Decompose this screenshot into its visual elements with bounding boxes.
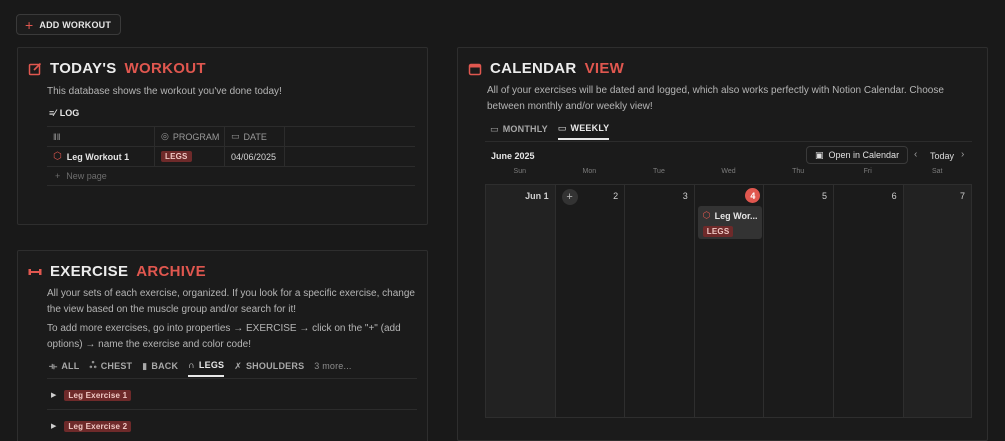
add-workout-button[interactable]: + ADD WORKOUT <box>16 14 122 35</box>
triangle-right-icon[interactable]: ▶ <box>51 391 56 399</box>
program-column-header[interactable]: ◎ PROGRAM <box>155 127 225 146</box>
target-icon: ◎ <box>161 131 169 141</box>
event-title: Leg Wor... <box>714 210 758 221</box>
weekday-label: Thu <box>792 168 805 175</box>
triangle-right-icon[interactable]: ▶ <box>51 422 56 430</box>
todays-workout-description: This database shows the workout you've d… <box>47 86 282 97</box>
day-number: Jun 1 <box>525 191 549 201</box>
weekday-label: Tue <box>653 168 665 175</box>
tab-back[interactable]: ▮ BACK <box>142 355 178 377</box>
today-day-number: 4 <box>745 188 761 203</box>
calendar-view-panel: CALENDAR VIEW All of your exercises will … <box>457 47 988 441</box>
day-cell-mon[interactable]: + 2 <box>556 185 626 417</box>
hexagon-icon: ⬡ <box>702 210 711 220</box>
weekday-label: Fri <box>863 168 872 175</box>
day-number: 3 <box>682 191 688 201</box>
weekday-label: Sat <box>932 168 943 175</box>
tab-chest[interactable]: ஃ CHEST <box>89 355 132 377</box>
todays-workout-panel: TODAY'S WORKOUT This database shows the w… <box>17 47 428 225</box>
calendar-icon: ▭ <box>490 123 499 134</box>
weekday-label: Mon <box>582 168 597 175</box>
add-event-button[interactable]: + <box>561 189 578 205</box>
chevron-right-icon[interactable]: › <box>961 149 964 160</box>
title-column-header[interactable]: ‖‖ <box>47 127 155 146</box>
exercise-archive-panel: EXERCISE ARCHIVE All your sets of each ex… <box>17 250 428 441</box>
day-number: 6 <box>891 191 897 201</box>
chevron-left-icon[interactable]: ‹ <box>914 149 917 160</box>
day-cell-wed[interactable]: 4 ⬡ Leg Wor... LEGS <box>695 185 765 417</box>
exercise-tag: Leg Exercise 1 <box>64 389 132 401</box>
weekday-label: Wed <box>721 168 736 175</box>
archive-description-2: To add more exercises, go into propertie… <box>47 323 401 350</box>
calendar-tabs: ▭ MONTHLY ▭ WEEKLY <box>490 118 610 140</box>
tab-weekly[interactable]: ▭ WEEKLY <box>557 118 610 140</box>
program-tag: LEGS <box>161 151 192 162</box>
tab-legs[interactable]: ∩ LEGS <box>188 355 225 377</box>
calendar-description: All of your exercises will be dated and … <box>487 85 944 112</box>
day-number: 7 <box>959 191 965 201</box>
event-card[interactable]: ⬡ Leg Wor... LEGS <box>697 206 762 239</box>
more-views-button[interactable]: 3 more... <box>314 355 351 377</box>
date-column-header[interactable]: ▭ DATE <box>225 127 285 146</box>
event-tag: LEGS <box>702 226 734 237</box>
calendar-icon <box>468 63 482 75</box>
day-cell-sun[interactable]: Jun 1 <box>486 185 556 417</box>
columns-icon: ‖‖ <box>53 131 61 142</box>
row-program-cell[interactable]: LEGS <box>155 147 225 166</box>
running-icon: ✗ <box>234 360 242 371</box>
dumbbell-icon: ⟛ <box>49 360 58 371</box>
calendar-icon: ▣ <box>815 149 824 160</box>
edit-icon <box>28 62 42 75</box>
week-grid: Jun 1 + 2 3 4 ⬡ Leg Wor... LEGS 5 6 7 <box>485 184 972 418</box>
day-cell-fri[interactable]: 6 <box>834 185 904 417</box>
plus-icon: + <box>25 16 34 33</box>
dumbbell-icon <box>28 268 42 275</box>
day-cell-tue[interactable]: 3 <box>625 185 695 417</box>
new-page-button[interactable]: + New page <box>47 166 415 186</box>
today-button[interactable]: Today <box>930 151 954 161</box>
exercise-archive-title: EXERCISE ARCHIVE <box>28 263 206 280</box>
row-title-cell[interactable]: ⬡ Leg Workout 1 <box>47 147 155 166</box>
tab-monthly[interactable]: ▭ MONTHLY <box>490 118 548 140</box>
chest-icon: ஃ <box>89 360 97 370</box>
calendar-icon: ▭ <box>557 122 567 133</box>
open-in-calendar-button[interactable]: ▣ Open in Calendar <box>806 146 909 164</box>
plus-icon: + <box>55 171 61 181</box>
archive-description-1: All your sets of each exercise, organize… <box>47 288 415 315</box>
weekday-header: Sun Mon Tue Wed Thu Fri Sat <box>485 168 972 184</box>
add-workout-label: ADD WORKOUT <box>39 19 112 30</box>
day-number: 2 <box>613 191 619 201</box>
backpack-icon: ▮ <box>142 360 148 371</box>
list-icon: ≡⁄ <box>49 108 56 118</box>
row-date-cell[interactable]: 04/06/2025 <box>225 147 285 166</box>
calendar-view-title: CALENDAR VIEW <box>468 60 624 77</box>
log-view-tab[interactable]: ≡⁄ LOG <box>49 108 79 118</box>
list-item[interactable]: ▶ Leg Exercise 2 <box>51 418 132 434</box>
weekday-label: Sun <box>513 168 527 175</box>
log-table: ‖‖ ◎ PROGRAM ▭ DATE ⬡ Leg Workout 1 LEGS 04… <box>47 126 415 186</box>
tab-shoulders[interactable]: ✗ SHOULDERS <box>234 355 304 377</box>
archive-tabs: ⟛ ALL ஃ CHEST ▮ BACK ∩ LEGS ✗ SHOULDERS 3 mor… <box>49 355 352 377</box>
legs-icon: ∩ <box>188 360 195 370</box>
calendar-icon: ▭ <box>231 131 240 141</box>
day-cell-thu[interactable]: 5 <box>764 185 834 417</box>
exercise-tag: Leg Exercise 2 <box>64 420 132 432</box>
tab-all[interactable]: ⟛ ALL <box>49 355 79 377</box>
day-cell-sat[interactable]: 7 <box>903 185 971 417</box>
table-header: ‖‖ ◎ PROGRAM ▭ DATE <box>47 126 415 146</box>
todays-workout-title: TODAY'S WORKOUT <box>28 60 206 77</box>
list-item[interactable]: ▶ Leg Exercise 1 <box>51 387 132 403</box>
month-label: June 2025 <box>491 151 535 161</box>
table-row[interactable]: ⬡ Leg Workout 1 LEGS 04/06/2025 <box>47 146 415 166</box>
hexagon-icon: ⬡ <box>53 151 62 162</box>
day-number: 5 <box>821 191 827 201</box>
